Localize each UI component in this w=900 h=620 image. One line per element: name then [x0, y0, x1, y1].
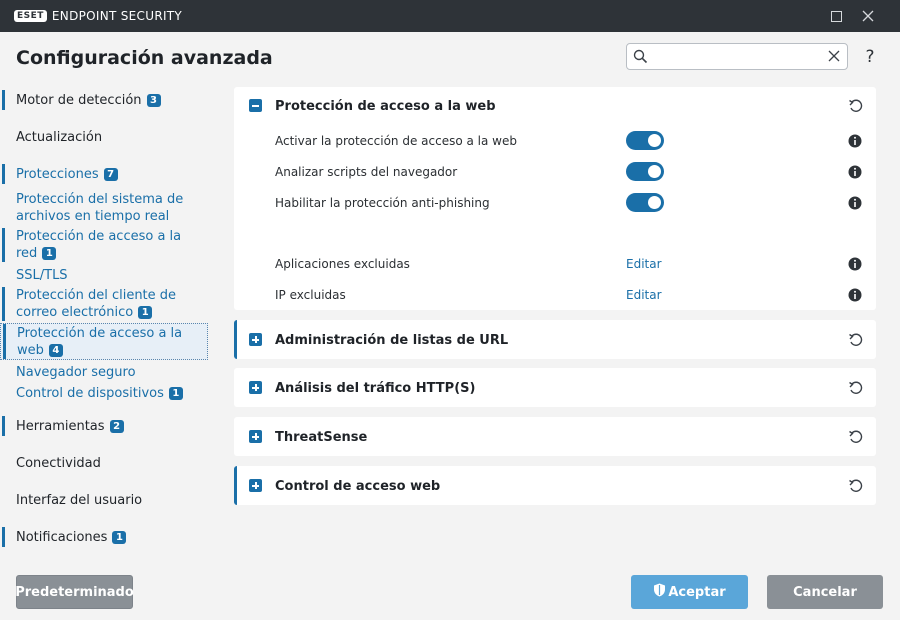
- sidebar-item-label: Protección de acceso a la web: [17, 326, 183, 358]
- info-icon[interactable]: [848, 287, 862, 302]
- panel-title: Administración de listas de URL: [275, 333, 509, 348]
- panel-title: Control de acceso web: [275, 479, 441, 494]
- http-traffic-panel[interactable]: Análisis del tráfico HTTP(S): [234, 368, 876, 407]
- logo-badge: ESET: [14, 10, 47, 22]
- sidebar-item-label: SSL/TLS: [16, 268, 68, 283]
- expand-icon[interactable]: [249, 479, 262, 492]
- maximize-icon[interactable]: [819, 0, 853, 32]
- count-badge: 2: [109, 420, 124, 433]
- sidebar-item-connectivity[interactable]: Conectividad: [0, 453, 210, 473]
- sidebar-item-device-control[interactable]: Control de dispositivos 1: [0, 384, 210, 404]
- search-input[interactable]: [653, 47, 823, 66]
- expand-icon[interactable]: [249, 381, 262, 394]
- sidebar-item-detection-engine[interactable]: Motor de detección 3: [0, 90, 210, 110]
- accept-button[interactable]: Aceptar: [631, 575, 748, 609]
- setting-label: Habilitar la protección anti-phishing: [275, 196, 490, 210]
- panel-title: Análisis del tráfico HTTP(S): [275, 381, 476, 396]
- sidebar-item-protections[interactable]: Protecciones 7: [0, 164, 210, 184]
- url-list-panel[interactable]: Administración de listas de URL: [234, 320, 876, 359]
- sidebar-item-label: Herramientas: [16, 419, 105, 434]
- count-badge: 3: [146, 94, 161, 107]
- edit-excluded-apps-link[interactable]: Editar: [626, 257, 662, 271]
- reset-icon[interactable]: [848, 380, 864, 396]
- panel-title: ThreatSense: [275, 430, 368, 445]
- edit-excluded-ip-link[interactable]: Editar: [626, 288, 662, 302]
- info-icon[interactable]: [848, 195, 862, 210]
- sidebar-item-notifications[interactable]: Notificaciones 1: [0, 527, 210, 547]
- sidebar-item-email-client[interactable]: Protección del cliente de correo electró…: [0, 287, 210, 321]
- shield-icon: [653, 583, 666, 601]
- count-badge: 1: [112, 531, 127, 544]
- sidebar-item-label: Protecciones: [16, 167, 99, 182]
- expand-icon[interactable]: [249, 430, 262, 443]
- count-badge: 4: [48, 344, 63, 357]
- info-icon[interactable]: [848, 133, 862, 148]
- collapse-icon[interactable]: [249, 99, 262, 112]
- help-icon[interactable]: ?: [862, 47, 878, 67]
- sidebar-item-network-access[interactable]: Protección de acceso a la red 1: [0, 228, 210, 262]
- default-button[interactable]: Predeterminado: [15, 575, 134, 609]
- cancel-button[interactable]: Cancelar: [767, 575, 883, 609]
- sidebar-item-label: Motor de detección: [16, 93, 142, 108]
- sidebar-item-label: Navegador seguro: [16, 365, 136, 380]
- sidebar-item-web-access[interactable]: Protección de acceso a la web 4: [0, 323, 208, 360]
- setting-label: Aplicaciones excluidas: [275, 257, 410, 271]
- count-badge: 7: [103, 168, 118, 181]
- setting-label: Activar la protección de acceso a la web: [275, 134, 517, 148]
- anti-phishing-toggle[interactable]: [626, 193, 664, 212]
- sidebar-item-label: Protección de acceso a la red: [16, 229, 182, 261]
- sidebar-item-update[interactable]: Actualización: [0, 127, 210, 147]
- web-access-protection-panel: Protección de acceso a la web Activar la…: [234, 87, 876, 310]
- sidebar-item-label: Actualización: [16, 130, 103, 145]
- count-badge: 1: [168, 387, 183, 400]
- threatsense-panel[interactable]: ThreatSense: [234, 417, 876, 456]
- panel-title: Protección de acceso a la web: [275, 99, 496, 114]
- sidebar-item-label: Conectividad: [16, 456, 101, 471]
- count-badge: 1: [42, 247, 57, 260]
- search-icon: [633, 49, 648, 68]
- reset-icon[interactable]: [848, 429, 864, 445]
- sidebar-item-ssl-tls[interactable]: SSL/TLS: [0, 267, 210, 287]
- sidebar-item-realtime-fs[interactable]: Protección del sistema de archivos en ti…: [0, 191, 210, 225]
- product-name: ENDPOINT SECURITY: [51, 9, 183, 23]
- accept-label: Aceptar: [668, 584, 726, 600]
- setting-label: Analizar scripts del navegador: [275, 165, 458, 179]
- sidebar-item-label: Control de dispositivos: [16, 386, 164, 401]
- count-badge: 1: [138, 306, 153, 319]
- sidebar-item-label: Protección del cliente de correo electró…: [16, 288, 177, 320]
- reset-icon[interactable]: [848, 478, 864, 494]
- sidebar-item-label: Interfaz del usuario: [16, 493, 143, 508]
- info-icon[interactable]: [848, 164, 862, 179]
- page-title: Configuración avanzada: [16, 47, 273, 69]
- reset-icon[interactable]: [848, 98, 864, 114]
- eset-logo: ESET ENDPOINT SECURITY: [14, 9, 182, 23]
- search-box[interactable]: [626, 43, 848, 70]
- scan-browser-scripts-toggle[interactable]: [626, 162, 664, 181]
- sidebar-item-label: Protección del sistema de archivos en ti…: [16, 192, 184, 224]
- sidebar-item-secure-browser[interactable]: Navegador seguro: [0, 364, 210, 384]
- title-bar: ESET ENDPOINT SECURITY: [0, 0, 900, 32]
- expand-icon[interactable]: [249, 333, 262, 346]
- close-icon[interactable]: [851, 0, 885, 32]
- setting-label: IP excluidas: [275, 288, 346, 302]
- info-icon[interactable]: [848, 256, 862, 271]
- clear-search-icon[interactable]: [826, 48, 842, 64]
- sidebar-item-label: Notificaciones: [16, 530, 108, 545]
- reset-icon[interactable]: [848, 332, 864, 348]
- sidebar-item-tools[interactable]: Herramientas 2: [0, 416, 210, 436]
- enable-web-access-toggle[interactable]: [626, 131, 664, 150]
- web-control-panel[interactable]: Control de acceso web: [234, 466, 876, 505]
- sidebar-item-user-interface[interactable]: Interfaz del usuario: [0, 490, 210, 510]
